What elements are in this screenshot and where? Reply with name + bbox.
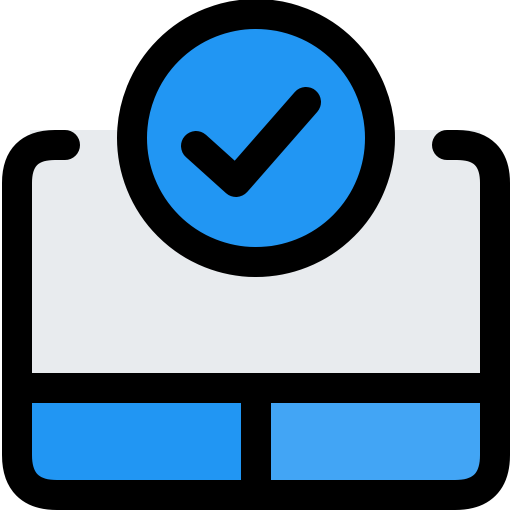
trackpad-right-button [265, 400, 480, 480]
trackpad-check-icon [2, 0, 510, 510]
trackpad-left-button [30, 400, 245, 480]
icon-canvas [0, 0, 512, 512]
